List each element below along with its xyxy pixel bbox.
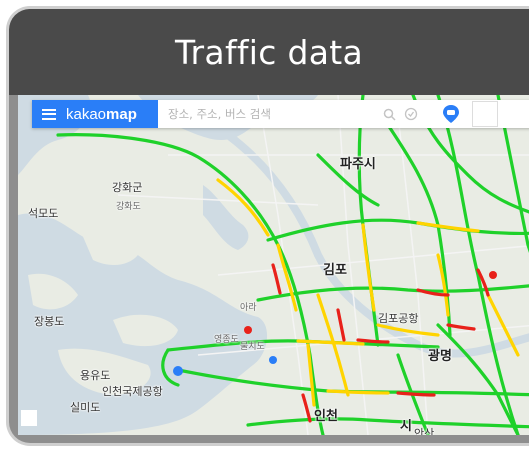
menu-logo-button[interactable]: kakao map [32,100,158,128]
title-bar: Traffic data [9,9,529,95]
directions-icon[interactable] [438,101,464,127]
map-canvas[interactable] [18,95,529,435]
map-corner-control[interactable] [21,410,37,426]
label-si: 시 [400,419,412,434]
label-gwangmyeong: 광명 [428,349,452,364]
label-gimpo: 김포 [323,263,347,278]
label-ansan: 안산 [414,427,435,435]
layer-button[interactable] [472,101,498,127]
clear-check-icon[interactable] [400,103,422,125]
window-frame: Traffic data kakao map 장소, 주소, 버스 검색 파주시… [6,6,529,446]
search-input[interactable] [158,101,378,127]
label-incheon: 인천 [314,409,338,424]
label-mulchido: 물치도 [240,342,265,352]
window-title: Traffic data [174,32,364,72]
label-yeongjongdo: 영종도 [214,335,239,345]
label-paju: 파주시 [340,157,376,172]
map-view[interactable]: kakaomap 파주시 강화군 강화도 석모도 김포 아라 김포공항 장봉도 … [18,95,529,435]
label-gimpo-airport: 김포공항 [378,312,419,325]
label-seokmodo: 석모도 [28,207,59,220]
label-ganghwagun: 강화군 [112,181,143,194]
label-ara: 아라 [240,303,257,313]
search-icon[interactable] [378,103,400,125]
label-ganghwado: 강화도 [116,202,141,212]
label-incheon-airport: 인천국제공항 [102,385,163,398]
map-search-bar: kakao map [32,100,529,128]
brand-suffix: map [106,105,137,123]
label-yongyudo: 용유도 [80,369,111,382]
label-silmido: 실미도 [70,401,101,414]
hamburger-icon [42,106,56,122]
label-jangbongdo: 장봉도 [34,315,65,328]
brand-prefix: kakao [66,105,107,123]
